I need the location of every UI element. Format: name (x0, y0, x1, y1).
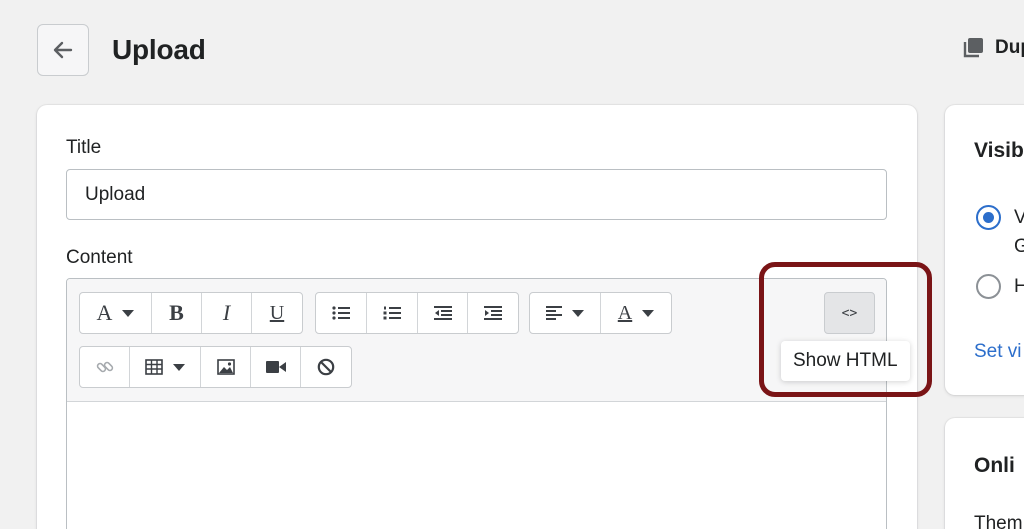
visible-option-label: V (1014, 207, 1024, 228)
table-icon (145, 359, 163, 375)
title-input[interactable]: Upload (66, 169, 887, 220)
video-icon (265, 361, 286, 373)
align-left-icon (546, 306, 562, 320)
set-visibility-link[interactable]: Set vi (974, 341, 1022, 363)
hidden-radio[interactable] (976, 274, 1001, 299)
title-input-value: Upload (85, 183, 146, 205)
online-store-heading: Onli (974, 454, 1015, 477)
indent-icon (484, 306, 502, 320)
image-icon (216, 359, 235, 375)
code-icon: <> (841, 305, 858, 321)
arrow-left-icon (53, 41, 73, 59)
italic-icon: I (222, 300, 231, 325)
insert-image-button[interactable] (201, 347, 251, 387)
outdent-button[interactable] (418, 293, 468, 333)
numbered-list-button[interactable] (367, 293, 418, 333)
underline-icon: U (269, 302, 285, 324)
bullet-list-button[interactable] (316, 293, 367, 333)
editor-toolbar: A B I U A <> (67, 279, 886, 402)
link-icon (96, 361, 113, 373)
align-dropdown[interactable] (530, 293, 601, 333)
block-icon (317, 358, 335, 376)
bold-button[interactable]: B (152, 293, 202, 333)
numbered-list-icon (383, 306, 401, 320)
underline-button[interactable]: U (252, 293, 302, 333)
clear-formatting-button[interactable] (301, 347, 351, 387)
indent-button[interactable] (468, 293, 518, 333)
text-format-group: A B I U (79, 292, 303, 334)
show-html-button[interactable]: <> (824, 292, 875, 334)
font-style-dropdown[interactable]: A (80, 293, 152, 333)
duplicate-button[interactable]: Dup (961, 36, 1024, 60)
visible-radio[interactable] (976, 205, 1001, 230)
chevron-down-icon (173, 363, 185, 371)
title-label: Title (66, 137, 102, 158)
align-color-group: A (529, 292, 672, 334)
duplicate-icon (963, 38, 983, 58)
page-title: Upload (112, 34, 206, 65)
insert-link-button[interactable] (80, 347, 130, 387)
outdent-icon (433, 306, 452, 320)
rich-text-editor[interactable]: A B I U A <> (66, 278, 887, 529)
list-group (315, 292, 519, 334)
chevron-down-icon (122, 309, 135, 317)
theme-label: Them (974, 513, 1023, 529)
italic-button[interactable]: I (202, 293, 252, 333)
visible-option-sublabel: G (1014, 236, 1024, 257)
duplicate-label: Dup (995, 37, 1024, 58)
insert-group (79, 346, 352, 388)
hidden-option-label: H (1014, 276, 1024, 297)
font-style-icon: A (96, 300, 113, 325)
visibility-heading: Visib (974, 139, 1024, 162)
back-button[interactable] (37, 24, 89, 76)
chevron-down-icon (572, 309, 584, 317)
show-html-tooltip: Show HTML (781, 341, 910, 381)
text-color-icon: A (617, 302, 633, 324)
insert-table-dropdown[interactable] (130, 347, 201, 387)
insert-video-button[interactable] (251, 347, 301, 387)
bold-icon: B (169, 300, 184, 325)
chevron-down-icon (642, 309, 655, 317)
bullet-list-icon (332, 306, 350, 320)
text-color-dropdown[interactable]: A (601, 293, 671, 333)
content-label: Content (66, 247, 133, 268)
